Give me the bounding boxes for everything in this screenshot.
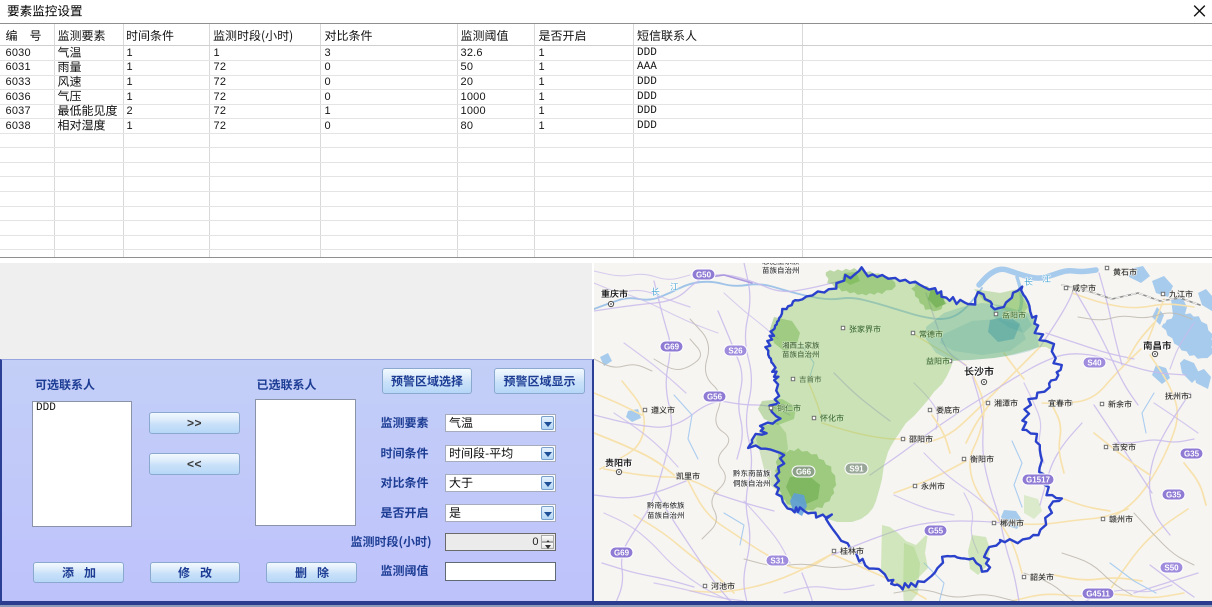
svg-text:G56: G56 (707, 393, 723, 402)
svg-text:G66: G66 (796, 468, 812, 477)
svg-text:S91: S91 (849, 465, 864, 474)
svg-text:S50: S50 (1164, 564, 1179, 573)
svg-text:G4511: G4511 (1086, 590, 1110, 599)
svg-text:S31: S31 (770, 557, 785, 566)
svg-text:G35: G35 (1184, 450, 1200, 459)
svg-text:G50: G50 (696, 271, 712, 280)
svg-text:G69: G69 (614, 549, 630, 558)
svg-text:G55: G55 (928, 527, 944, 536)
svg-text:G35: G35 (1166, 491, 1182, 500)
svg-text:G1517: G1517 (1026, 476, 1051, 485)
svg-text:G69: G69 (664, 343, 680, 352)
svg-text:S26: S26 (728, 347, 743, 356)
svg-text:S40: S40 (1087, 359, 1102, 368)
